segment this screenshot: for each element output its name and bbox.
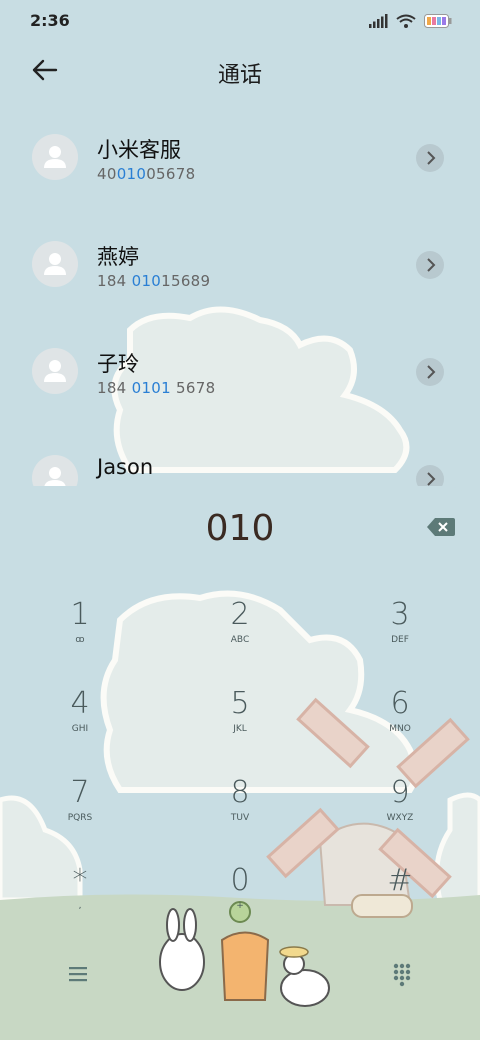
signal-icon [369,14,388,28]
contact-name: 燕婷 [97,245,139,269]
dialpad-icon[interactable] [388,962,416,988]
avatar [32,348,78,394]
dial-key-6[interactable]: 6 MNO [350,687,450,757]
dial-key-4[interactable]: 4 GHI [30,687,130,757]
status-icons [368,12,452,30]
top-app-bar: 通话 [0,44,480,96]
page-title: 通话 [217,63,262,88]
chevron-right-icon[interactable] [416,358,444,386]
dial-key-8[interactable]: 8 TUV [190,776,290,846]
dial-key-3[interactable]: 3 DEF [350,598,450,668]
dialer-bottom-bar [0,944,480,1004]
contact-row[interactable]: 子玲 184 0101 5678 [0,318,480,426]
person-icon [44,360,66,382]
battery-icon [424,14,452,28]
chevron-right-icon[interactable] [416,251,444,279]
status-time: 2:36 [30,11,70,30]
contact-number: 184 01015689 [97,272,211,290]
avatar [32,455,78,490]
backspace-icon[interactable] [426,516,456,538]
person-icon [44,146,66,168]
avatar [32,241,78,287]
contact-name: 子玲 [97,352,139,376]
status-bar: 2:36 [0,0,480,44]
contact-name: 小米客服 [97,138,181,162]
dial-key-9[interactable]: 9 WXYZ [350,776,450,846]
dial-key-2[interactable]: 2 ABC [190,598,290,668]
dial-key-0[interactable]: 0 + [190,864,290,934]
dial-key-1[interactable]: 1ꝏ [30,598,130,668]
contact-name: Jason [97,455,154,479]
contact-number: 4001005678 [97,165,196,183]
chevron-right-icon[interactable] [416,144,444,172]
contact-row[interactable]: 燕婷 184 01015689 [0,211,480,319]
dial-input-display: 010 [205,508,275,549]
dial-key-5[interactable]: 5 JKL [190,687,290,757]
contact-number: 184 0101 5678 [97,379,216,397]
contact-row[interactable]: Jason [0,425,480,490]
dial-key-star[interactable]: *, [30,864,130,934]
contact-row[interactable]: 小米客服 4001005678 [0,104,480,212]
person-icon [44,253,66,275]
avatar [32,134,78,180]
dial-key-hash[interactable]: # [350,864,450,934]
menu-icon[interactable] [64,962,92,986]
wifi-icon [396,14,416,28]
dial-key-7[interactable]: 7 PQRS [30,776,130,846]
contact-list: 小米客服 4001005678 燕婷 184 01015689 子玲 184 0… [0,104,480,490]
person-icon [44,467,66,489]
